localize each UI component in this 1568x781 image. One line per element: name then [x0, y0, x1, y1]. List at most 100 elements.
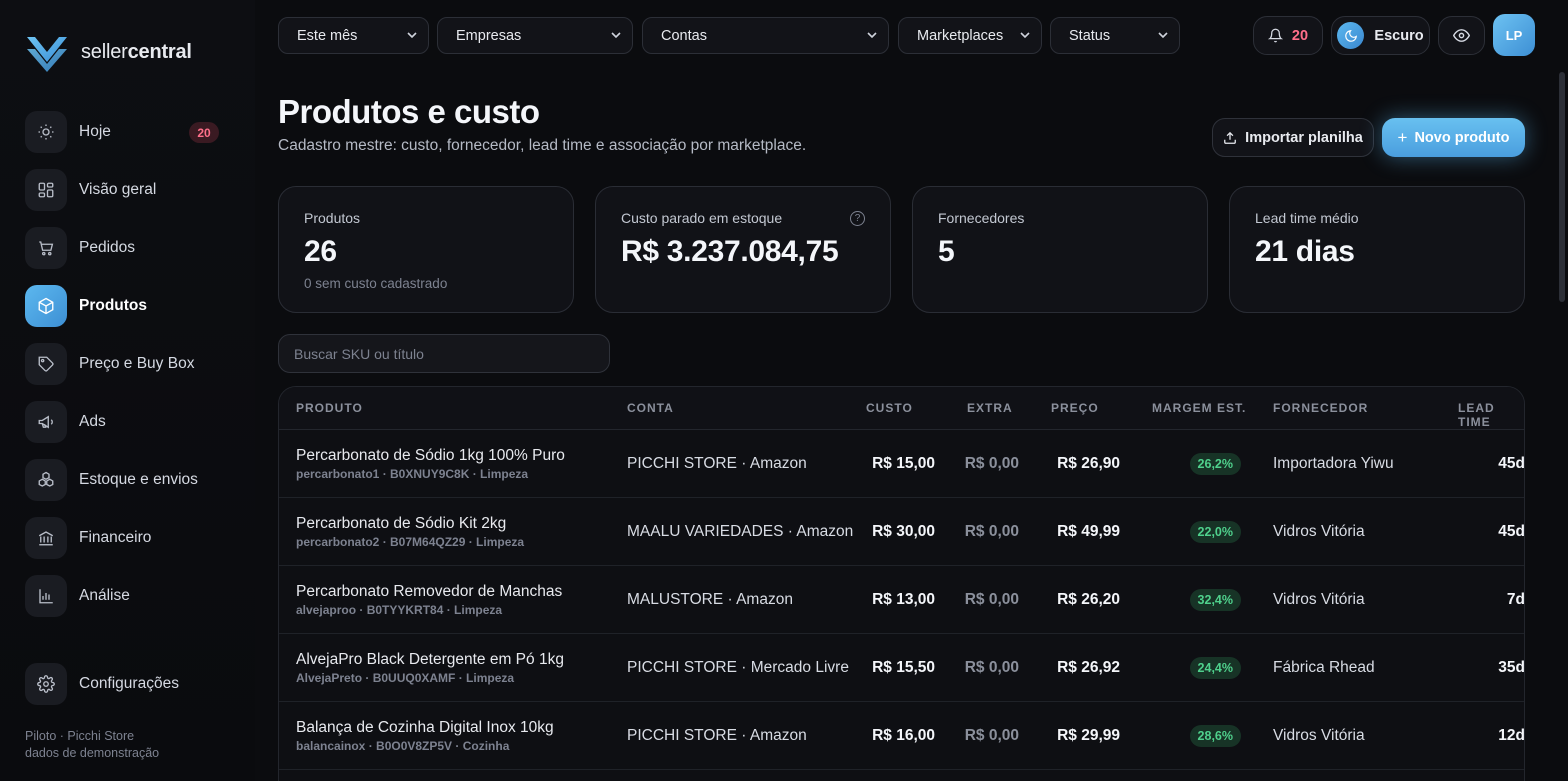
search-input[interactable] — [278, 334, 610, 373]
product-title: Percarbonato de Sódio 1kg 100% Puro — [296, 447, 565, 464]
notification-badge: 20 — [189, 122, 219, 143]
sidebar-item-estoque-envios[interactable]: Estoque e envios — [25, 459, 225, 501]
account-cell: MAALU VARIEDADES · Amazon — [627, 523, 854, 540]
logo-icon — [27, 37, 67, 72]
kpi-label: Fornecedores — [938, 210, 1025, 226]
margin-badge: 32,4% — [1189, 589, 1241, 611]
lead-time-cell: 35d — [1498, 659, 1525, 676]
table-row[interactable]: Balança de Cozinha Digital Inox 10kg bal… — [279, 702, 1525, 770]
price-cell: R$ 29,99 — [1057, 727, 1120, 744]
extra-cell: R$ 0,00 — [964, 659, 1019, 676]
table-row[interactable]: Percarbonato Removedor de Manchas alveja… — [279, 566, 1525, 634]
lead-time-cell: 45d — [1498, 523, 1525, 540]
table-row[interactable]: Percarbonato de Sódio Kit 2kg percarbona… — [279, 498, 1525, 566]
account-cell: PICCHI STORE · Amazon — [627, 455, 807, 472]
margin-badge: 22,0% — [1189, 521, 1241, 543]
chevron-down-icon — [867, 32, 877, 39]
supplier-cell: Vidros Vitória — [1273, 727, 1365, 744]
kpi-value: 5 — [938, 235, 955, 268]
sidebar-item-label: Hoje — [79, 123, 111, 140]
companies-filter[interactable]: Empresas — [437, 17, 633, 54]
kpi-value: R$ 3.237.084,75 — [621, 235, 839, 268]
column-header-extra[interactable]: EXTRA — [967, 401, 1013, 415]
account-cell: PICCHI STORE · Mercado Livre — [627, 659, 849, 676]
plus-icon: + — [1397, 127, 1408, 147]
box-icon — [25, 285, 67, 327]
column-header-supplier[interactable]: FORNECEDOR — [1273, 401, 1368, 415]
sidebar-item-visao-geral[interactable]: Visão geral — [25, 169, 225, 211]
column-header-lead-time[interactable]: LEAD TIME — [1458, 401, 1524, 429]
avatar[interactable]: LP — [1493, 14, 1535, 56]
marketplaces-filter[interactable]: Marketplaces — [898, 17, 1042, 54]
sidebar-item-hoje[interactable]: Hoje 20 — [25, 111, 225, 153]
status-filter[interactable]: Status — [1050, 17, 1180, 54]
filter-label: Contas — [661, 27, 707, 44]
sidebar-footer: Piloto · Picchi Store dados de demonstra… — [25, 728, 159, 762]
button-label: Importar planilha — [1245, 129, 1363, 146]
extra-cell: R$ 0,00 — [964, 455, 1019, 472]
products-table: PRODUTO CONTA CUSTO EXTRA PREÇO MARGEM E… — [278, 386, 1525, 781]
supplier-cell: Fábrica Rhead — [1273, 659, 1375, 676]
supplier-cell: Vidros Vitória — [1273, 523, 1365, 540]
column-header-price[interactable]: PREÇO — [1051, 401, 1099, 415]
kpi-value: 26 — [304, 235, 337, 268]
table-row[interactable]: Percarbonato de Sódio 1kg 100% Puro perc… — [279, 430, 1525, 498]
megaphone-icon — [25, 401, 67, 443]
page-scrollbar[interactable] — [1559, 72, 1565, 302]
sidebar-item-analise[interactable]: Análise — [25, 575, 225, 617]
cost-cell: R$ 16,00 — [872, 727, 935, 744]
upload-icon — [1224, 131, 1237, 144]
sidebar-item-produtos[interactable]: Produtos — [25, 285, 225, 327]
column-header-product[interactable]: PRODUTO — [296, 401, 363, 415]
price-cell: R$ 26,20 — [1057, 591, 1120, 608]
cost-cell: R$ 15,50 — [872, 659, 935, 676]
price-cell: R$ 26,90 — [1057, 455, 1120, 472]
theme-toggle[interactable]: Escuro — [1331, 16, 1430, 55]
sidebar: sellercentral Hoje 20 Visão geral Pedido… — [0, 0, 255, 781]
kpi-value: 21 dias — [1255, 235, 1355, 268]
sidebar-item-label: Estoque e envios — [79, 471, 198, 488]
kpi-hint: 0 sem custo cadastrado — [304, 276, 448, 291]
footer-line: dados de demonstração — [25, 746, 160, 760]
import-spreadsheet-button[interactable]: Importar planilha — [1212, 118, 1374, 157]
accounts-filter[interactable]: Contas — [642, 17, 889, 54]
column-header-cost[interactable]: CUSTO — [866, 401, 913, 415]
sidebar-item-preco-buy-box[interactable]: Preço e Buy Box — [25, 343, 225, 385]
boxes-icon — [25, 459, 67, 501]
tag-icon — [25, 343, 67, 385]
column-header-account[interactable]: CONTA — [627, 401, 674, 415]
supplier-cell: Importadora Yiwu — [1273, 455, 1394, 472]
product-title: Percarbonato de Sódio Kit 2kg — [296, 515, 507, 532]
privacy-toggle-button[interactable] — [1438, 16, 1485, 55]
notifications-button[interactable]: 20 — [1253, 16, 1323, 55]
sidebar-item-label: Visão geral — [79, 181, 157, 198]
sidebar-item-pedidos[interactable]: Pedidos — [25, 227, 225, 269]
extra-cell: R$ 0,00 — [964, 523, 1019, 540]
product-meta: percarbonato2 · B07M64QZ29 · Limpeza — [296, 535, 525, 549]
account-cell: MALUSTORE · Amazon — [627, 591, 793, 608]
chevron-down-icon — [1020, 32, 1030, 39]
button-label: Novo produto — [1414, 129, 1510, 146]
eye-icon — [1453, 29, 1470, 42]
price-cell: R$ 26,92 — [1057, 659, 1120, 676]
sidebar-item-ads[interactable]: Ads — [25, 401, 225, 443]
lead-time-cell: 7d — [1506, 591, 1525, 608]
period-filter[interactable]: Este mês — [278, 17, 429, 54]
cost-cell: R$ 30,00 — [872, 523, 935, 540]
page-title: Produtos e custo — [278, 93, 540, 130]
sidebar-item-financeiro[interactable]: Financeiro — [25, 517, 225, 559]
help-icon[interactable]: ? — [850, 211, 865, 226]
lead-time-cell: 45d — [1498, 455, 1525, 472]
sidebar-item-label: Ads — [79, 413, 106, 430]
sidebar-item-configuracoes[interactable]: Configurações — [25, 663, 179, 705]
column-header-margin[interactable]: MARGEM EST. — [1152, 401, 1246, 415]
chevron-down-icon — [611, 32, 621, 39]
product-meta: alvejaproo · B0TYYKRT84 · Limpeza — [296, 603, 503, 617]
lead-time-cell: 12d — [1498, 727, 1525, 744]
new-product-button[interactable]: + Novo produto — [1382, 118, 1525, 157]
brand-logo[interactable]: sellercentral — [25, 32, 192, 72]
supplier-cell: Vidros Vitória — [1273, 591, 1365, 608]
table-row[interactable]: AlvejaPro Black Detergente em Pó 1kg Alv… — [279, 634, 1525, 702]
kpi-card-suppliers: Fornecedores 5 — [912, 186, 1208, 313]
filter-label: Este mês — [297, 27, 358, 44]
